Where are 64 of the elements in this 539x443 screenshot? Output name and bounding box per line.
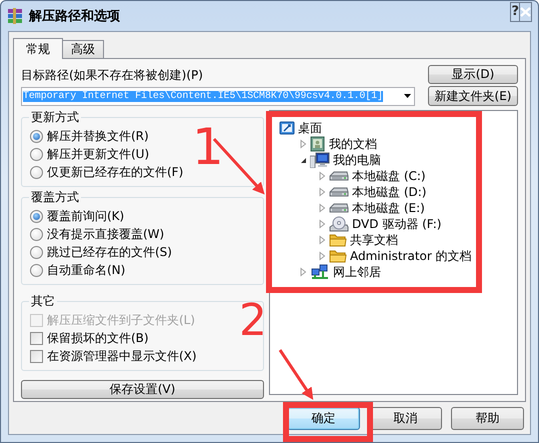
option-label: 没有提示直接覆盖(W) xyxy=(47,226,164,242)
radio-button[interactable] xyxy=(30,130,43,142)
option-label: 在资源管理器中显示文件(X) xyxy=(47,348,197,364)
annotation-number: 2 xyxy=(239,295,267,346)
checkbox[interactable] xyxy=(30,332,43,344)
dvd-drive-icon xyxy=(329,216,349,232)
tree-item[interactable]: 我的文档 xyxy=(328,136,378,152)
annotation-arrow xyxy=(278,349,314,400)
expand-icon[interactable] xyxy=(317,187,327,197)
tab[interactable]: 常规 xyxy=(13,38,63,59)
tree-item[interactable]: 桌面 xyxy=(297,120,323,136)
checkbox[interactable] xyxy=(30,350,43,362)
desktop-icon xyxy=(279,120,295,136)
option-label: 自动重命名(N) xyxy=(47,262,126,278)
network-icon xyxy=(310,264,330,280)
tree-item[interactable]: 我的电脑 xyxy=(332,152,382,168)
save-settings-button[interactable]: 保存设置(V) xyxy=(21,380,264,399)
tree-item[interactable]: 本地磁盘 (E:) xyxy=(351,200,426,216)
option-label: 解压并更新文件(U) xyxy=(47,146,150,162)
computer-icon xyxy=(310,152,330,168)
tree-item[interactable]: 网上邻居 xyxy=(332,264,382,280)
dropdown-arrow-icon[interactable] xyxy=(404,94,410,98)
new-folder-button[interactable]: 新建文件夹(E) xyxy=(428,86,518,106)
documents-icon xyxy=(310,136,326,152)
radio-button[interactable] xyxy=(30,148,43,160)
option-label: 保留损坏的文件(B) xyxy=(47,330,149,346)
tree-item[interactable]: 本地磁盘 (D:) xyxy=(351,184,428,200)
tree-item[interactable]: 共享文档 xyxy=(349,232,399,248)
show-button[interactable]: 显示(D) xyxy=(428,65,518,84)
expand-icon[interactable] xyxy=(298,267,308,277)
expand-icon[interactable] xyxy=(298,139,308,149)
option-label: 跳过已经存在的文件(S) xyxy=(47,244,172,260)
expand-icon[interactable] xyxy=(317,235,327,245)
folder-icon xyxy=(329,232,347,248)
window-title: 解压路径和选项 xyxy=(29,8,121,24)
close-button[interactable] xyxy=(520,2,532,22)
expand-icon[interactable] xyxy=(317,203,327,213)
option-label: 解压压缩文件到子文件夹(L) xyxy=(47,312,196,328)
option-label: 覆盖前询问(K) xyxy=(47,208,124,224)
group-title: 覆盖方式 xyxy=(29,190,81,204)
radio-button[interactable] xyxy=(30,228,43,240)
tree-item[interactable]: DVD 驱动器 (F:) xyxy=(351,216,442,232)
annotation-number: 1 xyxy=(192,118,224,176)
expand-icon[interactable] xyxy=(317,219,327,229)
help-button[interactable]: ? xyxy=(510,2,520,22)
path-label: 目标路径(如果不存在将被创建)(P) xyxy=(21,66,204,82)
group-title: 其它 xyxy=(29,294,57,308)
expand-icon[interactable] xyxy=(317,171,327,181)
dialog-button[interactable]: 帮助 xyxy=(451,407,524,430)
radio-button[interactable] xyxy=(30,210,43,222)
expand-icon[interactable] xyxy=(317,251,327,261)
folder-icon xyxy=(329,248,347,264)
close-icon xyxy=(520,6,531,16)
option-label: 解压并替换文件(R) xyxy=(47,128,149,144)
tree-item[interactable]: 本地磁盘 (C:) xyxy=(351,168,427,184)
group-title: 更新方式 xyxy=(29,110,81,124)
tab[interactable]: 高级 xyxy=(62,40,104,58)
option-label: 仅更新已经存在的文件(F) xyxy=(47,164,184,180)
tree-item[interactable]: Administrator 的文档 xyxy=(349,248,473,264)
dialog-button[interactable]: 确定 xyxy=(287,407,360,430)
radio-button[interactable] xyxy=(30,264,43,276)
radio-button[interactable] xyxy=(30,246,43,258)
app-icon xyxy=(7,8,23,24)
radio-button[interactable] xyxy=(30,166,43,178)
